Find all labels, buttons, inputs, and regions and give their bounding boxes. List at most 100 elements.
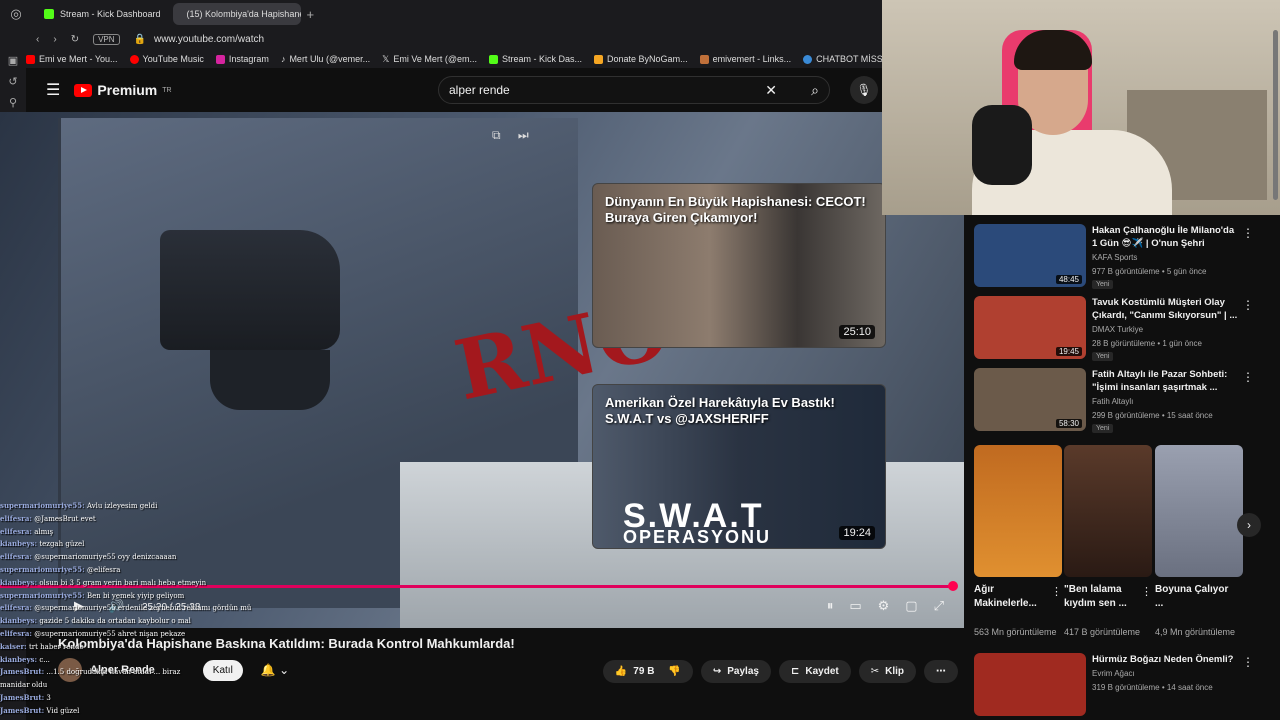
chat-username[interactable]: elifesra: xyxy=(0,603,32,612)
browser-tab-bar: ◎ Stream - Kick Dashboard (15) Kolombiya… xyxy=(0,0,882,28)
subtitles-icon[interactable]: ▭ xyxy=(849,598,861,614)
chat-username[interactable]: JamesBrut: xyxy=(0,667,44,676)
recommendation-title[interactable]: Fatih Altaylı ile Pazar Sohbeti: "İşimi … xyxy=(1092,368,1242,394)
recommendation-title[interactable]: Tavuk Kostümlü Müşteri Olay Çıkardı, "Ca… xyxy=(1092,296,1242,322)
history-icon[interactable]: ↺ xyxy=(8,75,17,88)
chat-username[interactable]: supermariomuriye55: xyxy=(0,591,85,600)
more-options-icon[interactable]: ⋮ xyxy=(1242,655,1254,669)
chat-username[interactable]: kianbeys: xyxy=(0,578,37,587)
vpn-badge[interactable]: VPN xyxy=(93,33,120,45)
thumbnail-overlay-text: OPERASYONU xyxy=(623,527,772,547)
endcard-video[interactable]: Amerikan Özel Harekâtıyla Ev Bastık! S.W… xyxy=(592,384,886,549)
duration-badge: 19:45 xyxy=(1055,347,1082,356)
search-input[interactable]: alper rende ✕ ⌕ xyxy=(438,76,830,104)
short-title[interactable]: Boyuna Çalıyor ... xyxy=(1155,583,1235,611)
recommendation-thumbnail[interactable] xyxy=(974,653,1086,716)
microphone-icon[interactable]: 🎙 xyxy=(850,76,878,104)
clip-label: Klip xyxy=(885,666,904,677)
save-button[interactable]: ⊏ Kaydet xyxy=(778,660,851,683)
more-options-icon[interactable]: ⋮ xyxy=(1051,585,1062,598)
url-field[interactable]: www.youtube.com/watch xyxy=(154,34,264,45)
recommendation-channel[interactable]: Evrim Ağacı xyxy=(1092,669,1135,678)
donate-icon xyxy=(594,54,604,64)
chat-username[interactable]: kianbeys: xyxy=(0,539,37,548)
short-item[interactable]: Ağır Makinelerle... 563 Mn görüntüleme ⋮ xyxy=(974,445,1062,637)
youtube-premium-logo[interactable]: Premium TR xyxy=(74,82,172,98)
recommendation-thumbnail[interactable]: 19:45 xyxy=(974,296,1086,359)
bookmark-item[interactable]: CHATBOT MİSSX xyxy=(803,54,882,64)
reload-icon[interactable]: ↻ xyxy=(71,34,79,45)
like-button[interactable]: 👍 79 B 👎 xyxy=(602,660,693,683)
settings-icon[interactable]: ⚙ xyxy=(878,598,890,614)
recommendation-title[interactable]: Hakan Çalhanoğlu İle Milano'da 1 Gün 😎✈️… xyxy=(1092,224,1242,250)
chat-username[interactable]: kianbeys: xyxy=(0,616,37,625)
chat-text: @supermariomuriye55 ahret nişan pekaze xyxy=(34,629,186,638)
new-tab-icon[interactable]: + xyxy=(307,7,315,22)
bookmark-label: Emi Ve Mert (@em... xyxy=(393,54,478,64)
chat-username[interactable]: elifesra: xyxy=(0,629,32,638)
bookmark-item[interactable]: YouTube Music xyxy=(129,54,204,64)
bookmark-label: CHATBOT MİSSX xyxy=(816,54,882,64)
fullscreen-icon[interactable]: ⤢ xyxy=(934,598,944,614)
miniplayer-icon[interactable]: ⧉ xyxy=(492,128,501,142)
bookmark-item[interactable]: 𝕏 Emi Ve Mert (@em... xyxy=(382,54,477,65)
bookmark-item[interactable]: Stream - Kick Das... xyxy=(489,54,582,64)
chat-username[interactable]: JamesBrut: xyxy=(0,706,44,715)
hamburger-menu-icon[interactable]: ☰ xyxy=(46,80,60,100)
chat-username[interactable]: JamesBrut: xyxy=(0,693,44,702)
recommendation-channel[interactable]: Fatih Altaylı xyxy=(1092,397,1133,406)
chat-message: supermariomuriye55: @elifesra xyxy=(0,564,300,577)
short-item[interactable]: Boyuna Çalıyor ... 4,9 Mn görüntüleme xyxy=(1155,445,1243,637)
recommendation-title[interactable]: Hürmüz Boğazı Neden Önemli? xyxy=(1092,653,1242,666)
page-scrollbar[interactable] xyxy=(1273,30,1278,200)
short-title[interactable]: Ağır Makinelerle... xyxy=(974,583,1054,611)
recommendation-item[interactable]: 48:45 Hakan Çalhanoğlu İle Milano'da 1 G… xyxy=(974,224,1269,290)
chat-username[interactable]: elifesra: xyxy=(0,514,32,523)
recommendation-channel[interactable]: DMAX Turkiye xyxy=(1092,325,1143,334)
skip-next-icon[interactable]: ⏭ xyxy=(518,128,529,142)
share-button[interactable]: ↪ Paylaş xyxy=(700,660,771,683)
browser-logo-icon[interactable]: ◎ xyxy=(0,6,32,22)
autoplay-toggle-icon[interactable]: ⏸ xyxy=(827,598,834,614)
clip-button[interactable]: ✂ Klip xyxy=(858,660,916,683)
tab-youtube-video[interactable]: (15) Kolombiya'da Hapishane xyxy=(172,3,301,25)
bookmark-item[interactable]: Emi ve Mert - You... xyxy=(26,54,118,64)
recommendation-item[interactable]: Hürmüz Boğazı Neden Önemli? Evrim Ağacı … xyxy=(974,653,1269,719)
more-options-icon[interactable]: ⋮ xyxy=(1141,585,1152,598)
recommendation-item[interactable]: 58:30 Fatih Altaylı ile Pazar Sohbeti: "… xyxy=(974,368,1269,434)
bookmark-item[interactable]: ♪ Mert Ulu (@vemer... xyxy=(281,54,370,64)
chat-username[interactable]: elifesra: xyxy=(0,527,32,536)
more-options-icon[interactable]: ⋮ xyxy=(1242,298,1254,312)
chat-username[interactable]: kianbeys: xyxy=(0,655,37,664)
more-actions-icon[interactable]: ⋯ xyxy=(924,660,958,683)
back-icon[interactable]: ‹ xyxy=(36,34,39,45)
chat-username[interactable]: kaiser: xyxy=(0,642,27,651)
short-title[interactable]: "Ben lalama kıydım sen ... xyxy=(1064,583,1144,611)
forward-icon[interactable]: › xyxy=(53,34,56,45)
endcard-video[interactable]: Dünyanın En Büyük Hapishanesi: CECOT! Bu… xyxy=(592,183,886,348)
short-item[interactable]: "Ben lalama kıydım sen ... 417 B görüntü… xyxy=(1064,445,1152,637)
bookmark-item[interactable]: Instagram xyxy=(215,54,269,64)
clear-search-icon[interactable]: ✕ xyxy=(765,82,777,99)
chat-username[interactable]: supermariomuriye55: xyxy=(0,565,85,574)
tab-kick-dashboard[interactable]: Stream - Kick Dashboard xyxy=(36,3,169,25)
shorts-next-icon[interactable]: › xyxy=(1237,513,1261,537)
profile-icon[interactable]: ⚲ xyxy=(9,96,17,109)
search-icon[interactable]: ⌕ xyxy=(811,82,819,99)
theater-mode-icon[interactable]: ▢ xyxy=(905,598,917,614)
recommendation-thumbnail[interactable]: 48:45 xyxy=(974,224,1086,287)
chat-username[interactable]: elifesra: xyxy=(0,552,32,561)
chat-text: manidar oldu xyxy=(0,681,48,690)
recommendation-meta: 319 B görüntüleme • 14 saat önce xyxy=(1092,683,1213,692)
more-options-icon[interactable]: ⋮ xyxy=(1242,226,1254,240)
bookmark-item[interactable]: Donate ByNoGam... xyxy=(594,54,688,64)
thumbs-down-icon[interactable]: 👎 xyxy=(668,666,680,677)
recommendation-channel[interactable]: KAFA Sports xyxy=(1092,253,1137,262)
chat-username[interactable]: supermariomuriye55: xyxy=(0,501,85,510)
recommendation-thumbnail[interactable]: 58:30 xyxy=(974,368,1086,431)
more-options-icon[interactable]: ⋮ xyxy=(1242,370,1254,384)
bookmark-item[interactable]: emivemert - Links... xyxy=(699,54,791,64)
wallet-icon[interactable]: ▣ xyxy=(8,54,18,67)
chat-text: @supermariomuriye55 erdenile zeynebin re… xyxy=(34,604,252,613)
recommendation-item[interactable]: 19:45 Tavuk Kostümlü Müşteri Olay Çıkard… xyxy=(974,296,1269,362)
